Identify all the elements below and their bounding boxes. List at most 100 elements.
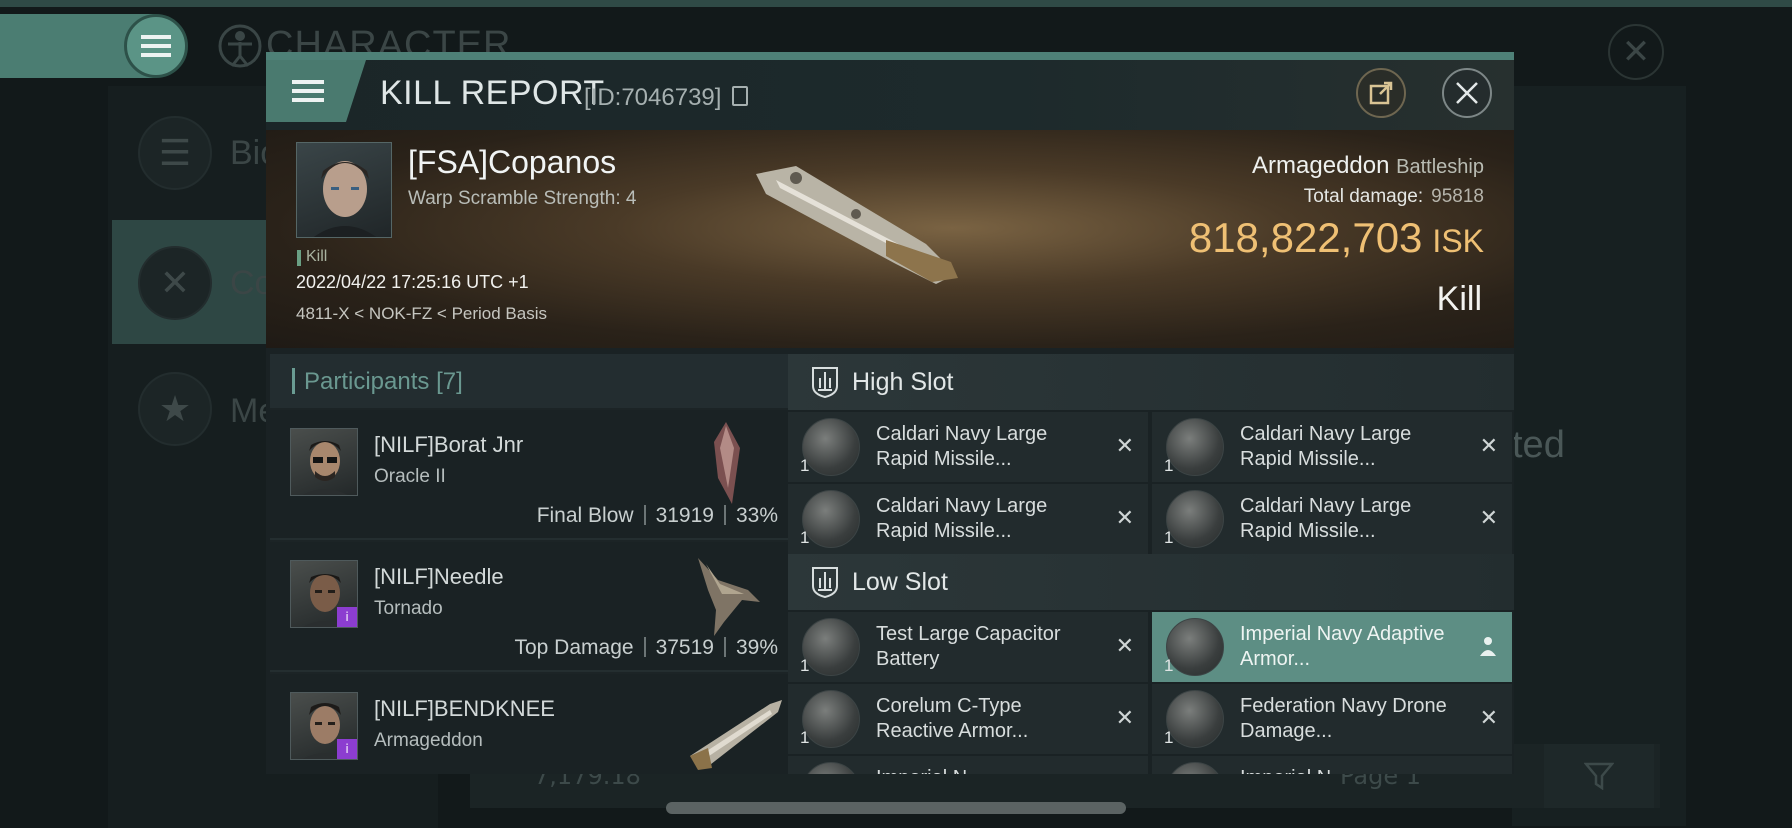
- participant-avatar: [290, 428, 358, 496]
- copy-icon[interactable]: [732, 86, 748, 106]
- menu-icon: [141, 35, 171, 57]
- module-quantity: 1: [1164, 656, 1174, 675]
- kill-result: Kill: [1436, 280, 1482, 318]
- victim-ship[interactable]: Armageddon Battleship: [1252, 152, 1484, 180]
- high-slot-label: High Slot: [852, 368, 954, 396]
- module-item[interactable]: 1 Federation Navy Drone Damage... ✕: [1152, 684, 1512, 754]
- participant-ship: Oracle II: [374, 466, 446, 487]
- high-slot-header: High Slot: [788, 354, 1514, 410]
- participant-avatar: i: [290, 560, 358, 628]
- victim-ship-image: [756, 166, 958, 284]
- victim-name[interactable]: [FSA]Copanos: [408, 144, 616, 181]
- missile-launcher-icon: [802, 418, 860, 476]
- horizontal-scrollbar[interactable]: [666, 802, 1126, 814]
- victim-avatar[interactable]: [296, 142, 392, 238]
- ship-name: Armageddon: [1252, 152, 1390, 179]
- participant-stats: Top Damage 37519 39%: [514, 636, 778, 660]
- module-item[interactable]: 1 Caldari Navy Large Rapid Missile... ✕: [788, 484, 1148, 554]
- module-item[interactable]: 1 Caldari Navy Large Rapid Missile... ✕: [1152, 484, 1512, 554]
- fitting-panel: High Slot 1 Caldari Navy Large Rapid Mis…: [788, 354, 1514, 774]
- share-button[interactable]: [1356, 68, 1406, 118]
- module-name: Imperial N...: [876, 766, 1096, 774]
- module-quantity: 1: [1164, 728, 1174, 747]
- background-right-text: ted: [1512, 424, 1565, 466]
- combat-icon[interactable]: ✕: [138, 246, 212, 320]
- participant-damage: 37519: [655, 636, 714, 659]
- destroyed-icon: ✕: [1479, 506, 1498, 531]
- module-quantity: 1: [800, 728, 810, 747]
- module-name: Caldari Navy Large Rapid Missile...: [1240, 423, 1412, 470]
- module-item[interactable]: 1 Test Large Capacitor Battery ✕: [788, 612, 1148, 682]
- missile-launcher-icon: [1166, 490, 1224, 548]
- close-button[interactable]: [1442, 68, 1492, 118]
- module-item[interactable]: Imperial N...: [788, 756, 1148, 774]
- participants-title: Participants [7]: [304, 368, 463, 396]
- module-name: Test Large Capacitor Battery: [876, 623, 1061, 670]
- background-close-button[interactable]: ✕: [1608, 24, 1664, 80]
- participants-count: [7]: [436, 368, 463, 395]
- missile-launcher-icon: [1166, 418, 1224, 476]
- capacitor-battery-icon: [802, 618, 860, 676]
- module-name: Caldari Navy Large Rapid Missile...: [1240, 495, 1412, 542]
- module-quantity: 1: [800, 456, 810, 475]
- modal-accent-line: [266, 52, 1514, 60]
- drone-damage-icon: [1166, 690, 1224, 748]
- missile-launcher-icon: [802, 490, 860, 548]
- menu-icon: [292, 80, 324, 102]
- kill-report-modal: KILL REPORT [ID:7046739] [FSA]Copanos Wa…: [266, 52, 1514, 774]
- module-name: Corelum C-Type Reactive Armor...: [876, 695, 1029, 742]
- participants-header-marker: [292, 368, 295, 394]
- total-damage-label: Total damage:: [1303, 186, 1424, 207]
- module-item[interactable]: 1 Corelum C-Type Reactive Armor... ✕: [788, 684, 1148, 754]
- tornado-ship-image: [698, 558, 760, 636]
- kill-id: [ID:7046739]: [584, 84, 722, 111]
- module-item[interactable]: 1 Caldari Navy Large Rapid Missile... ✕: [788, 412, 1148, 482]
- stat-divider: [723, 505, 726, 525]
- module-name: Imperial N...: [1240, 766, 1460, 774]
- participant-stats: Final Blow 31919 33%: [537, 504, 778, 528]
- total-damage: Total damage: 95818: [1304, 186, 1484, 208]
- kill-tag: Kill: [306, 248, 328, 265]
- total-damage-value: 95818: [1431, 186, 1484, 207]
- isk-amount: 818,822,703: [1188, 214, 1423, 261]
- medal-icon[interactable]: ★: [138, 372, 212, 446]
- destroyed-icon: ✕: [1115, 706, 1134, 731]
- filter-icon: [1584, 762, 1614, 790]
- low-slot-label: Low Slot: [852, 568, 948, 596]
- isk-value: 818,822,703 ISK: [1189, 214, 1484, 262]
- top-accent-line: [0, 0, 1792, 7]
- participants-header[interactable]: Participants [7]: [270, 354, 788, 408]
- module-item[interactable]: 1 Caldari Navy Large Rapid Missile... ✕: [1152, 412, 1512, 482]
- armor-hardener-icon: [802, 690, 860, 748]
- destroyed-icon: ✕: [1115, 434, 1134, 459]
- filter-button[interactable]: [1544, 744, 1654, 808]
- stat-divider: [723, 637, 726, 657]
- module-quantity: 1: [800, 528, 810, 547]
- participant-name: [NILF]Needle: [374, 564, 504, 589]
- kill-location[interactable]: 4811-X < NOK-FZ < Period Basis: [296, 304, 547, 324]
- module-quantity: 1: [1164, 456, 1174, 475]
- person-badge-icon: i: [337, 607, 357, 627]
- armageddon-ship-image: [690, 700, 782, 770]
- background-menu-button[interactable]: [124, 14, 188, 78]
- participant-row[interactable]: [NILF]Borat Jnr Oracle II Final Blow 3191…: [270, 410, 788, 540]
- participants-panel: Participants [7] [NILF]Borat Jnr Oracle …: [270, 354, 788, 774]
- stat-divider: [643, 637, 646, 657]
- close-icon: ✕: [1621, 32, 1651, 72]
- portrait-image: [313, 161, 377, 237]
- low-slot-header: Low Slot: [788, 554, 1514, 610]
- share-icon: [1369, 81, 1393, 105]
- module-item[interactable]: Imperial N...: [1152, 756, 1512, 774]
- participant-ship: Armageddon: [374, 730, 483, 751]
- participant-name: [NILF]BENDKNEE: [374, 696, 555, 721]
- portrait-image: [302, 441, 348, 495]
- stat-divider: [643, 505, 646, 525]
- module-name: Caldari Navy Large Rapid Missile...: [876, 495, 1048, 542]
- character-icon: [218, 24, 262, 68]
- module-item[interactable]: 1 Imperial Navy Adaptive Armor...: [1152, 612, 1512, 682]
- participant-row[interactable]: i [NILF]BENDKNEE Armageddon: [270, 674, 788, 774]
- oracle-ship-image: [714, 422, 740, 504]
- bio-icon[interactable]: ☰: [138, 116, 212, 190]
- module-icon: [1166, 762, 1224, 774]
- participant-row[interactable]: i [NILF]Needle Tornado Top Damage 37519 39…: [270, 542, 788, 672]
